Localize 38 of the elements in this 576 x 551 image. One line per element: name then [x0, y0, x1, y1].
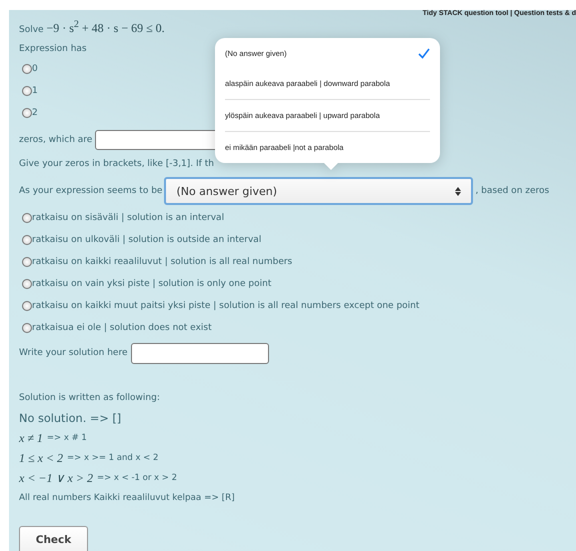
example-text: => x # 1 — [46, 433, 87, 443]
radio-button[interactable] — [22, 235, 32, 245]
example-text: No solution. => [] — [19, 412, 122, 424]
field-label: As your expression seems to be — [19, 186, 162, 196]
option-label: ratkaisu on ulkoväli | solution is outside an interval — [32, 235, 262, 245]
radio-button[interactable] — [22, 257, 32, 267]
math-expression: x ≠ 1 — [19, 430, 43, 446]
field-label: Write your solution here — [19, 348, 128, 358]
radio-button[interactable] — [22, 86, 32, 96]
check-button[interactable]: Check — [19, 526, 88, 551]
select-dropdown[interactable]: (No answer given) — [164, 177, 474, 205]
radio-button[interactable] — [22, 108, 32, 118]
example-text: All real numbers Kaikki reaaliluvut kelpaa => [R] — [19, 493, 235, 503]
question-text: Solve −9 · s$^{2}$ + 48 · s − 69 ≤ 0. — [19, 18, 165, 36]
option-label: ratkaisua ei ole | solution does not exist — [32, 323, 212, 333]
math-expression: 1 ≤ x < 2 — [19, 450, 64, 466]
math-expression: x < −1 ∨ x > 2 — [19, 470, 93, 486]
field-label: , based on zeros — [475, 186, 550, 196]
radio-button[interactable] — [22, 279, 32, 289]
prompt-text: Expression has — [19, 44, 87, 54]
radio-button[interactable] — [22, 323, 32, 333]
input-field[interactable] — [130, 342, 269, 364]
radio-button[interactable] — [22, 301, 32, 311]
option-label: ratkaisu on kaikki reaaliluvut | solution is all real numbers — [32, 257, 292, 267]
option-label: ratkaisu on kaikki muut paitsi yksi piste | solution is all real numbers except one point — [32, 301, 420, 311]
option-label: 1 — [32, 86, 38, 96]
option-label: 0 — [32, 64, 38, 74]
example-text: => x >= 1 and x < 2 — [67, 453, 158, 463]
radio-button[interactable] — [22, 213, 32, 223]
example-text: => x < -1 or x > 2 — [96, 473, 177, 483]
option-label: ratkaisu on vain yksi piste | solution is only one point — [32, 279, 272, 289]
field-label: zeros, which are — [19, 135, 92, 145]
option-label: ratkaisu on sisäväli | solution is an interval — [32, 213, 224, 223]
updown-arrows-icon — [455, 186, 462, 196]
format-title: Solution is written as following: — [19, 393, 160, 403]
hint-text: Give your zeros in brackets, like [-3,1]. If th — [19, 159, 214, 169]
radio-button[interactable] — [22, 64, 32, 74]
option-label: 2 — [32, 108, 38, 118]
